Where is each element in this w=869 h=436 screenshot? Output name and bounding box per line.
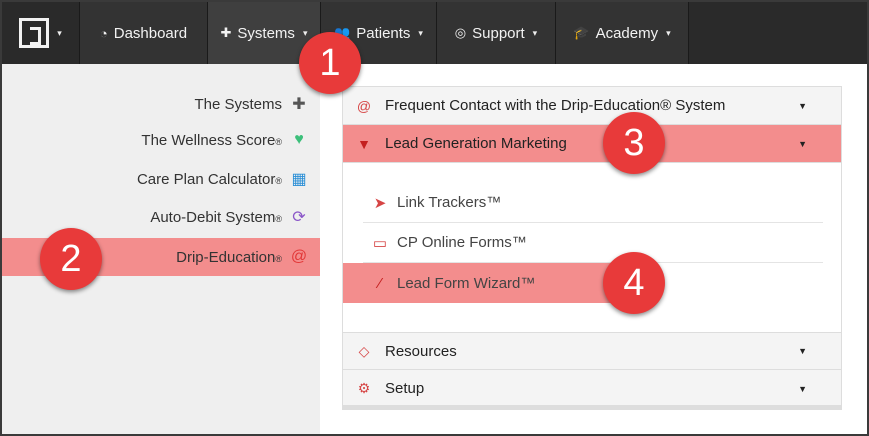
lifebuoy-icon: ◎	[454, 25, 467, 40]
cursor-icon: ➤	[373, 194, 387, 212]
sidebar-item-label: The Systems	[194, 95, 282, 113]
caret-down-icon: ▼	[798, 346, 807, 356]
puzzle-icon: ✚	[220, 25, 232, 40]
accordion-label: Frequent Contact with the Drip-Education…	[385, 97, 726, 114]
callout-badge-1: 1	[299, 32, 361, 94]
magic-wand-icon: ⁄	[378, 274, 382, 292]
nav-academy[interactable]: 🎓 Academy ▾	[556, 2, 689, 64]
submenu-label: CP Online Forms™	[397, 234, 527, 251]
submenu-lead-form-wizard[interactable]: ⁄ Lead Form Wizard™	[343, 263, 613, 303]
chevron-down-icon: ▾	[418, 27, 423, 38]
calculator-icon: ▦	[291, 171, 307, 188]
sidebar-item-auto-debit[interactable]: Auto-Debit System® ⟳	[150, 199, 308, 235]
cogs-icon: ⚙	[357, 380, 371, 396]
panel-bottom-border	[343, 405, 841, 409]
accordion-lead-generation[interactable]: ▼ Lead Generation Marketing ▼	[343, 125, 841, 163]
chevron-down-icon: ▾	[302, 27, 308, 38]
accordion-label: Setup	[385, 380, 425, 397]
dashboard-icon: ◔	[99, 25, 108, 41]
nav-support[interactable]: ◎ Support ▾	[437, 2, 556, 64]
logo-icon	[19, 18, 50, 48]
refresh-icon: ⟳	[292, 209, 306, 226]
logo-menu-button[interactable]: ▾	[2, 2, 80, 64]
sidebar-item-label: Care Plan Calculator®	[136, 170, 282, 188]
nav-academy-label: Academy	[595, 24, 659, 42]
at-icon: @	[356, 97, 372, 114]
graduation-cap-icon: 🎓	[573, 25, 590, 40]
chevron-down-icon: ▾	[666, 27, 671, 38]
caret-down-icon: ▼	[798, 100, 807, 111]
submenu-cp-online-forms[interactable]: ▭ CP Online Forms™	[363, 223, 823, 263]
sidebar-item-the-systems[interactable]: The Systems ✚	[194, 86, 308, 122]
sidebar-item-wellness-score[interactable]: The Wellness Score® ♥	[141, 122, 308, 158]
submenu-link-trackers[interactable]: ➤ Link Trackers™	[363, 183, 823, 223]
callout-badge-3: 3	[603, 112, 665, 174]
main-content: @ Frequent Contact with the Drip-Educati…	[320, 64, 867, 434]
accordion-label: Lead Generation Marketing	[385, 135, 567, 152]
callout-badge-2: 2	[40, 228, 102, 290]
accordion-label: Resources	[385, 342, 457, 360]
accordion-setup[interactable]: ⚙ Setup ▼	[343, 370, 841, 408]
filter-icon: ▼	[357, 135, 371, 152]
callout-badge-4: 4	[603, 252, 665, 314]
app-window: ▾ ◔ Dashboard ✚ Systems ▾ 👥 Patients ▾ ◎…	[0, 0, 869, 436]
sidebar-item-care-plan-calculator[interactable]: Care Plan Calculator® ▦	[137, 161, 308, 197]
top-nav: ▾ ◔ Dashboard ✚ Systems ▾ 👥 Patients ▾ ◎…	[2, 2, 867, 64]
chevron-down-icon: ▾	[57, 27, 62, 38]
nav-dashboard-label: Dashboard	[113, 24, 188, 42]
caret-down-icon: ▼	[798, 383, 807, 394]
caret-down-icon: ▼	[798, 138, 807, 149]
nav-systems-label: Systems	[237, 24, 295, 42]
diamond-icon: ◇	[358, 342, 370, 359]
accordion-panel: @ Frequent Contact with the Drip-Educati…	[342, 86, 842, 410]
submenu-label: Link Trackers™	[397, 194, 502, 211]
sidebar-item-label: Drip-Education®	[176, 248, 282, 266]
heartbeat-icon: ♥	[294, 131, 304, 148]
puzzle-icon: ✚	[292, 96, 306, 113]
accordion-resources[interactable]: ◇ Resources ▼	[343, 332, 841, 370]
submenu-label: Lead Form Wizard™	[397, 274, 536, 292]
nav-spacer	[689, 2, 867, 64]
monitor-icon: ▭	[372, 234, 388, 252]
accordion-frequent-contact[interactable]: @ Frequent Contact with the Drip-Educati…	[343, 87, 841, 125]
sidebar-item-drip-education[interactable]: Drip-Education® @	[176, 239, 308, 275]
chevron-down-icon: ▾	[532, 27, 538, 38]
nav-patients-label: Patients	[356, 24, 411, 42]
sidebar-item-label: Auto-Debit System®	[150, 208, 282, 226]
sidebar-item-label: The Wellness Score®	[141, 131, 282, 149]
nav-support-label: Support	[472, 24, 525, 42]
nav-dashboard[interactable]: ◔ Dashboard	[80, 2, 208, 64]
at-icon: @	[290, 248, 308, 265]
